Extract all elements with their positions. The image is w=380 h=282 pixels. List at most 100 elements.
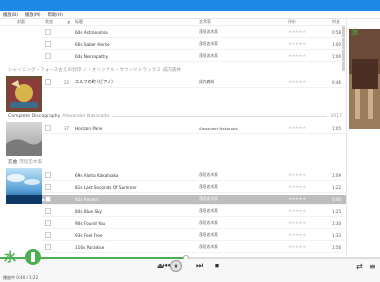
playback-time: 播放中 0:40 / 1:22 xyxy=(3,275,39,280)
player-bar: 播放中 0:40 / 1:22 xyxy=(0,259,380,282)
col-cover[interactable]: 封面 xyxy=(17,19,25,25)
track-title: 84s Blue Sky xyxy=(75,208,102,214)
track-duration: 0:46 xyxy=(332,79,341,85)
track-row-selected[interactable]: ▶ 82s Recess 茂垣忠木家 ★★★★★ 0:40 xyxy=(42,195,346,205)
track-row[interactable]: 116s Paradise 茂垣忠木家 ★★★★★ 1:56 xyxy=(42,243,346,253)
album-group-header[interactable]: Complete Discography Alexander Nakarada … xyxy=(8,113,342,119)
title-bar xyxy=(0,0,380,11)
rating-stars[interactable]: ★★★★★ xyxy=(288,30,306,35)
track-artist: 茂垣忠木家 xyxy=(199,29,218,35)
track-duration: 1:33 xyxy=(332,232,341,238)
row-checkbox[interactable] xyxy=(45,41,51,48)
column-header-row: 封面 状态 # 标题 艺术家 评价 时长 xyxy=(0,19,346,26)
track-row[interactable]: 22 エルフの町 (ピアノ) 成内森林 ★★★★★ 0:46 xyxy=(42,78,346,88)
empty-row xyxy=(42,134,346,144)
empty-row xyxy=(42,98,346,108)
col-artist[interactable]: 艺术家 xyxy=(199,19,211,25)
divider xyxy=(112,115,328,117)
track-title: 69s Aloha Kakahiaka xyxy=(75,172,119,178)
pause-button[interactable]: ⏸ xyxy=(170,260,182,272)
row-checkbox[interactable] xyxy=(45,220,51,227)
rating-stars[interactable]: ★★★★★ xyxy=(288,197,306,202)
track-row[interactable]: 60s Astronomia 茂垣忠木家 ★★★★★ 0:58 xyxy=(42,28,346,38)
row-checkbox[interactable] xyxy=(45,172,51,179)
track-title: エルフの町 (ピアノ) xyxy=(75,79,113,85)
track-title: 60s Astronomia xyxy=(75,29,108,35)
row-checkbox[interactable] xyxy=(45,125,51,132)
track-row[interactable]: 84s Blue Sky 茂垣忠木家 ★★★★★ 1:25 xyxy=(42,207,346,217)
row-checkbox[interactable] xyxy=(45,79,51,86)
col-rating[interactable]: 评价 xyxy=(288,19,296,25)
track-duration: 0:40 xyxy=(332,196,341,202)
row-checkbox[interactable] xyxy=(45,196,51,203)
track-artist: 茂垣忠木家 xyxy=(199,232,218,238)
track-duration: 1:30 xyxy=(332,220,341,226)
artwork-glyph: 水 xyxy=(351,27,359,37)
rating-stars[interactable]: ★★★★★ xyxy=(288,42,306,47)
empty-row xyxy=(42,144,346,154)
album-artist: 成内森林 xyxy=(162,68,182,73)
track-artist: Alexander Nakarada xyxy=(199,125,238,131)
menu-bar: 播放(B) 播放(M) 帮助(H) xyxy=(0,11,380,19)
rating-stars[interactable]: ★★★★★ xyxy=(288,80,306,85)
track-duration: 0:58 xyxy=(332,29,341,35)
app-logo: 水 xyxy=(2,245,42,267)
track-row[interactable]: 90s Found You 茂垣忠木家 ★★★★★ 1:30 xyxy=(42,219,346,229)
row-checkbox[interactable] xyxy=(45,53,51,60)
album-title: シャイニング・フォース古えの封印 ノ・オリジナル・サウンドトラックス xyxy=(8,68,161,73)
track-row[interactable]: 64s Necropathy 茂垣忠木家 ★★★★★ 1:00 xyxy=(42,52,346,62)
track-title: 93s Feel Free xyxy=(75,232,103,238)
album-group-header[interactable]: 恋曲 茂垣忠木家 xyxy=(8,159,342,165)
track-row[interactable]: 69s Aloha Kakahiaka 茂垣忠木家 ★★★★★ 1:09 xyxy=(42,171,346,181)
rating-stars[interactable]: ★★★★★ xyxy=(288,185,306,190)
col-duration[interactable]: 时长 xyxy=(332,19,340,25)
album-artist: 茂垣忠木家 xyxy=(19,160,43,165)
track-artist: 茂垣忠木家 xyxy=(199,208,218,214)
album-year: 2017 xyxy=(330,113,342,119)
track-artist: 茂垣忠木家 xyxy=(199,244,218,250)
row-checkbox[interactable] xyxy=(45,29,51,36)
col-num[interactable]: # xyxy=(67,20,70,25)
rating-stars[interactable]: ★★★★★ xyxy=(288,233,306,238)
stop-icon[interactable]: ⏹ xyxy=(215,262,219,270)
album-cover xyxy=(6,76,42,112)
playlist-icon[interactable]: ≡ xyxy=(369,263,376,271)
track-row[interactable]: 37 Horizon Pane Alexander Nakarada ★★★★★… xyxy=(42,124,346,134)
col-title[interactable]: 标题 xyxy=(75,19,83,25)
track-row[interactable]: 81s Last Seconds Of Summer 茂垣忠木家 ★★★★★ 1… xyxy=(42,183,346,193)
now-playing-icon: ▶ xyxy=(42,196,46,202)
menu-item-play[interactable]: 播放(B) xyxy=(3,12,18,18)
album-group-header[interactable]: シャイニング・フォース古えの封印 ノ・オリジナル・サウンドトラックス 成内森林 xyxy=(8,67,342,73)
row-checkbox[interactable] xyxy=(45,184,51,191)
track-title: 64s Necropathy xyxy=(75,53,109,59)
track-row[interactable]: 60s Saber Horse 茂垣忠木家 ★★★★★ 1:00 xyxy=(42,40,346,50)
track-duration: 1:25 xyxy=(332,208,341,214)
track-row[interactable]: 93s Feel Free 茂垣忠木家 ★★★★★ 1:33 xyxy=(42,231,346,241)
track-artist: 茂垣忠木家 xyxy=(199,184,218,190)
row-checkbox[interactable] xyxy=(45,232,51,239)
rating-stars[interactable]: ★★★★★ xyxy=(288,209,306,214)
next-icon[interactable]: ⏭ xyxy=(196,262,203,270)
col-status[interactable]: 状态 xyxy=(45,19,53,25)
rating-stars[interactable]: ★★★★★ xyxy=(288,54,306,59)
shuffle-icon[interactable]: ⇄ xyxy=(356,263,363,271)
rating-stars[interactable]: ★★★★★ xyxy=(288,126,306,131)
track-artist: 成内森林 xyxy=(199,79,215,85)
logo-text: 水 xyxy=(4,250,17,264)
row-checkbox[interactable] xyxy=(45,208,51,215)
track-duration: 1:05 xyxy=(332,125,341,131)
track-number: 37 xyxy=(64,125,70,131)
rating-stars[interactable]: ★★★★★ xyxy=(288,173,306,178)
track-title: 90s Found You xyxy=(75,220,106,226)
menu-item-playback[interactable]: 播放(M) xyxy=(25,12,41,18)
track-number: 22 xyxy=(64,79,70,85)
track-duration: 1:00 xyxy=(332,41,341,47)
rating-stars[interactable]: ★★★★★ xyxy=(288,245,306,250)
row-checkbox[interactable] xyxy=(45,244,51,251)
rating-stars[interactable]: ★★★★★ xyxy=(288,221,306,226)
menu-item-help[interactable]: 帮助(H) xyxy=(48,12,63,18)
track-artist: 茂垣忠木家 xyxy=(199,41,218,47)
track-title: 82s Recess xyxy=(75,196,99,202)
now-playing-artwork: 水 xyxy=(347,19,380,129)
empty-row xyxy=(42,88,346,98)
